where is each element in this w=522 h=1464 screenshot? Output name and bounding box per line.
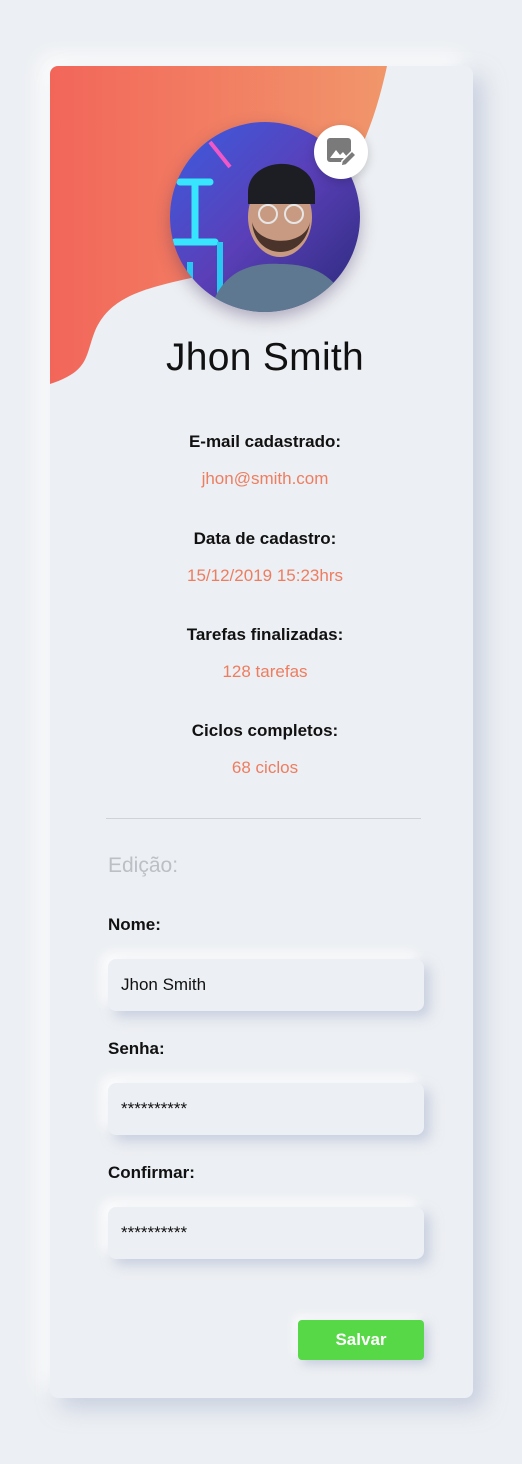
password-input[interactable] [108,1083,424,1135]
registration-date-label: Data de cadastro: [193,529,337,548]
avatar-container [170,122,368,312]
password-label: Senha: [108,1039,165,1058]
info-completed-cycles: Ciclos completos: 68 ciclos [50,719,473,780]
edit-section-title: Edição: [108,854,179,877]
image-edit-icon [327,138,357,167]
profile-page: Jhon Smith E-mail cadastrado: jhon@smith… [0,0,522,1464]
name-label: Nome: [108,915,161,934]
email-value: jhon@smith.com [201,469,329,488]
edit-photo-button[interactable] [314,125,368,179]
confirm-password-input[interactable] [108,1207,424,1259]
info-registration-date: Data de cadastro: 15/12/2019 15:23hrs [50,527,473,588]
profile-card: Jhon Smith E-mail cadastrado: jhon@smith… [50,66,473,1398]
finished-tasks-value: 128 tarefas [222,662,308,681]
save-button[interactable]: Salvar [298,1320,424,1360]
email-label: E-mail cadastrado: [188,432,342,451]
user-name: Jhon Smith [165,336,365,379]
divider [106,818,421,819]
info-email: E-mail cadastrado: jhon@smith.com [50,430,473,491]
name-input[interactable] [108,959,424,1011]
completed-cycles-value: 68 ciclos [231,758,299,777]
confirm-password-label: Confirmar: [108,1163,195,1182]
finished-tasks-label: Tarefas finalizadas: [186,625,344,644]
info-finished-tasks: Tarefas finalizadas: 128 tarefas [50,623,473,684]
registration-date-value: 15/12/2019 15:23hrs [187,566,343,585]
completed-cycles-label: Ciclos completos: [191,721,339,740]
